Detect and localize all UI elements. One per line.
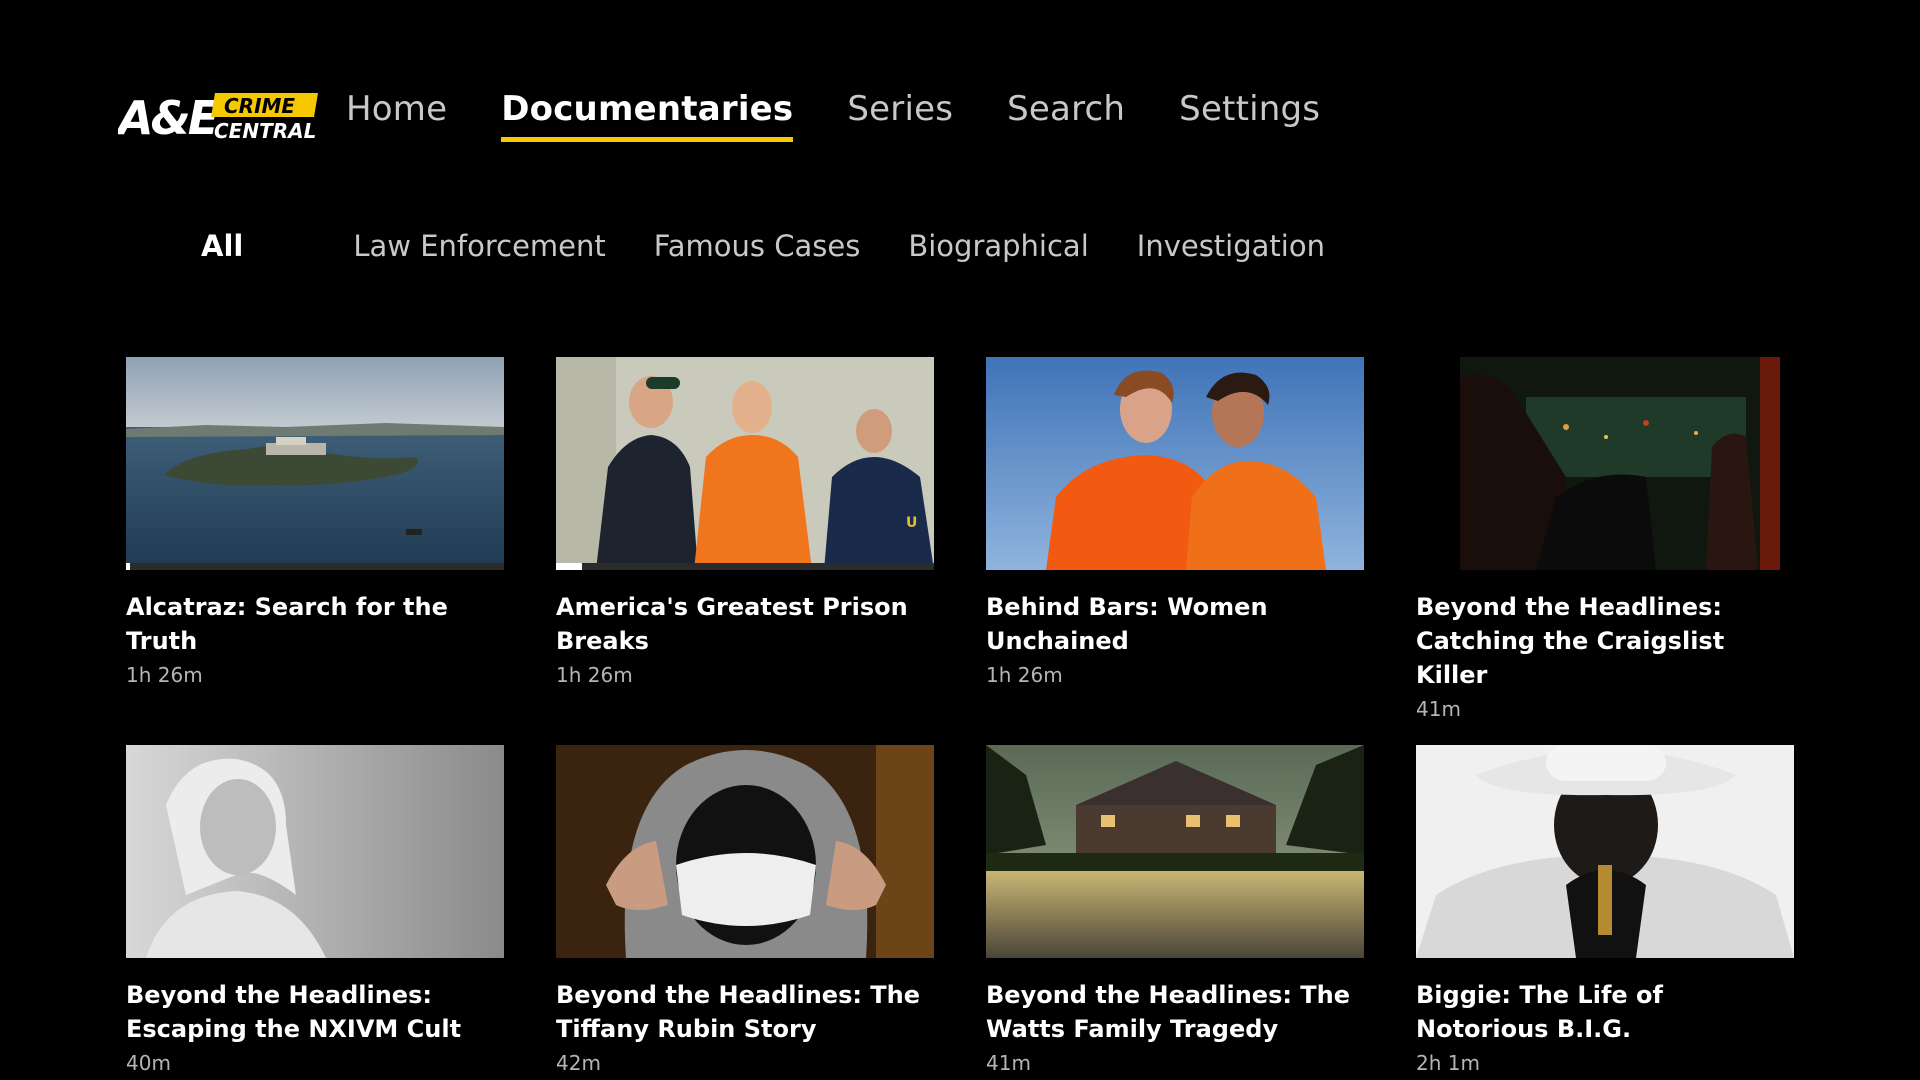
brand-logo: A&E CRIME CENTRAL	[118, 90, 322, 142]
documentary-card[interactable]: Beyond the Headlines: The Watts Family T…	[986, 745, 1364, 1080]
documentary-card[interactable]: Beyond the Headlines: Escaping the NXIVM…	[126, 745, 504, 1080]
nav-documentaries[interactable]: Documentaries	[501, 88, 794, 148]
nav-series[interactable]: Series	[847, 88, 953, 148]
svg-text:A&E: A&E	[118, 91, 219, 142]
documentaries-grid: Alcatraz: Search for the Truth 1h 26m U	[126, 357, 1796, 1080]
card-title: Alcatraz: Search for the Truth	[126, 593, 448, 655]
watch-progress-bar	[556, 563, 934, 570]
prisoner-officers-image: U	[556, 357, 934, 570]
documentary-card[interactable]: Alcatraz: Search for the Truth 1h 26m	[126, 357, 504, 745]
documentary-card[interactable]: Biggie: The Life of Notorious B.I.G. 2h …	[1416, 745, 1794, 1080]
card-duration: 1h 26m	[556, 663, 633, 687]
filter-biographical[interactable]: Biographical	[908, 224, 1088, 268]
filter-famous-cases[interactable]: Famous Cases	[654, 224, 861, 268]
island-prison-image	[126, 357, 504, 570]
documentary-card[interactable]: Behind Bars: Women Unchained 1h 26m	[986, 357, 1364, 745]
hooded-masked-figure-image	[556, 745, 934, 958]
card-title: Beyond the Headlines: The Tiffany Rubin …	[556, 981, 921, 1043]
category-filter-nav: All Law Enforcement Famous Cases Biograp…	[201, 224, 1373, 268]
card-duration: 2h 1m	[1416, 1051, 1480, 1075]
card-duration: 1h 26m	[986, 663, 1063, 687]
main-nav: Home Documentaries Series Search Setting…	[346, 88, 1374, 148]
svg-text:U: U	[906, 515, 917, 531]
man-white-hat-image	[1416, 745, 1794, 958]
filter-investigation[interactable]: Investigation	[1137, 224, 1325, 268]
card-duration: 41m	[1416, 697, 1461, 721]
card-duration: 42m	[556, 1051, 601, 1075]
documentary-card[interactable]: Beyond the Headlines: The Tiffany Rubin …	[556, 745, 934, 1080]
app-screen: A&E CRIME CENTRAL Home Documentaries Ser…	[0, 0, 1920, 1080]
documentary-card[interactable]: Beyond the Headlines: Catching the Craig…	[1416, 357, 1794, 745]
card-title: Beyond the Headlines: Catching the Craig…	[1416, 593, 1725, 689]
house-at-dusk-image	[986, 745, 1364, 958]
women-orange-jumpsuits-image	[986, 357, 1364, 570]
svg-text:CENTRAL: CENTRAL	[214, 119, 316, 142]
card-title: Beyond the Headlines: The Watts Family T…	[986, 981, 1351, 1043]
card-title: Biggie: The Life of Notorious B.I.G.	[1416, 981, 1663, 1043]
svg-text:CRIME: CRIME	[224, 94, 295, 118]
dark-bar-scene-image	[1416, 357, 1794, 570]
watch-progress-fill	[556, 563, 583, 570]
watch-progress-fill	[126, 563, 130, 570]
card-title: Beyond the Headlines: Escaping the NXIVM…	[126, 981, 462, 1043]
card-duration: 41m	[986, 1051, 1031, 1075]
nav-home[interactable]: Home	[346, 88, 447, 148]
filter-law-enforcement[interactable]: Law Enforcement	[353, 224, 605, 268]
card-title: Behind Bars: Women Unchained	[986, 593, 1268, 655]
woman-portrait-image	[126, 745, 504, 958]
nav-search[interactable]: Search	[1007, 88, 1125, 148]
card-title: America's Greatest Prison Breaks	[556, 593, 908, 655]
documentary-card[interactable]: U America's Greatest Prison Breaks 1h 26…	[556, 357, 934, 745]
filter-all[interactable]: All	[201, 224, 243, 268]
nav-settings[interactable]: Settings	[1179, 88, 1320, 148]
watch-progress-bar	[126, 563, 504, 570]
card-duration: 1h 26m	[126, 663, 203, 687]
card-duration: 40m	[126, 1051, 171, 1075]
